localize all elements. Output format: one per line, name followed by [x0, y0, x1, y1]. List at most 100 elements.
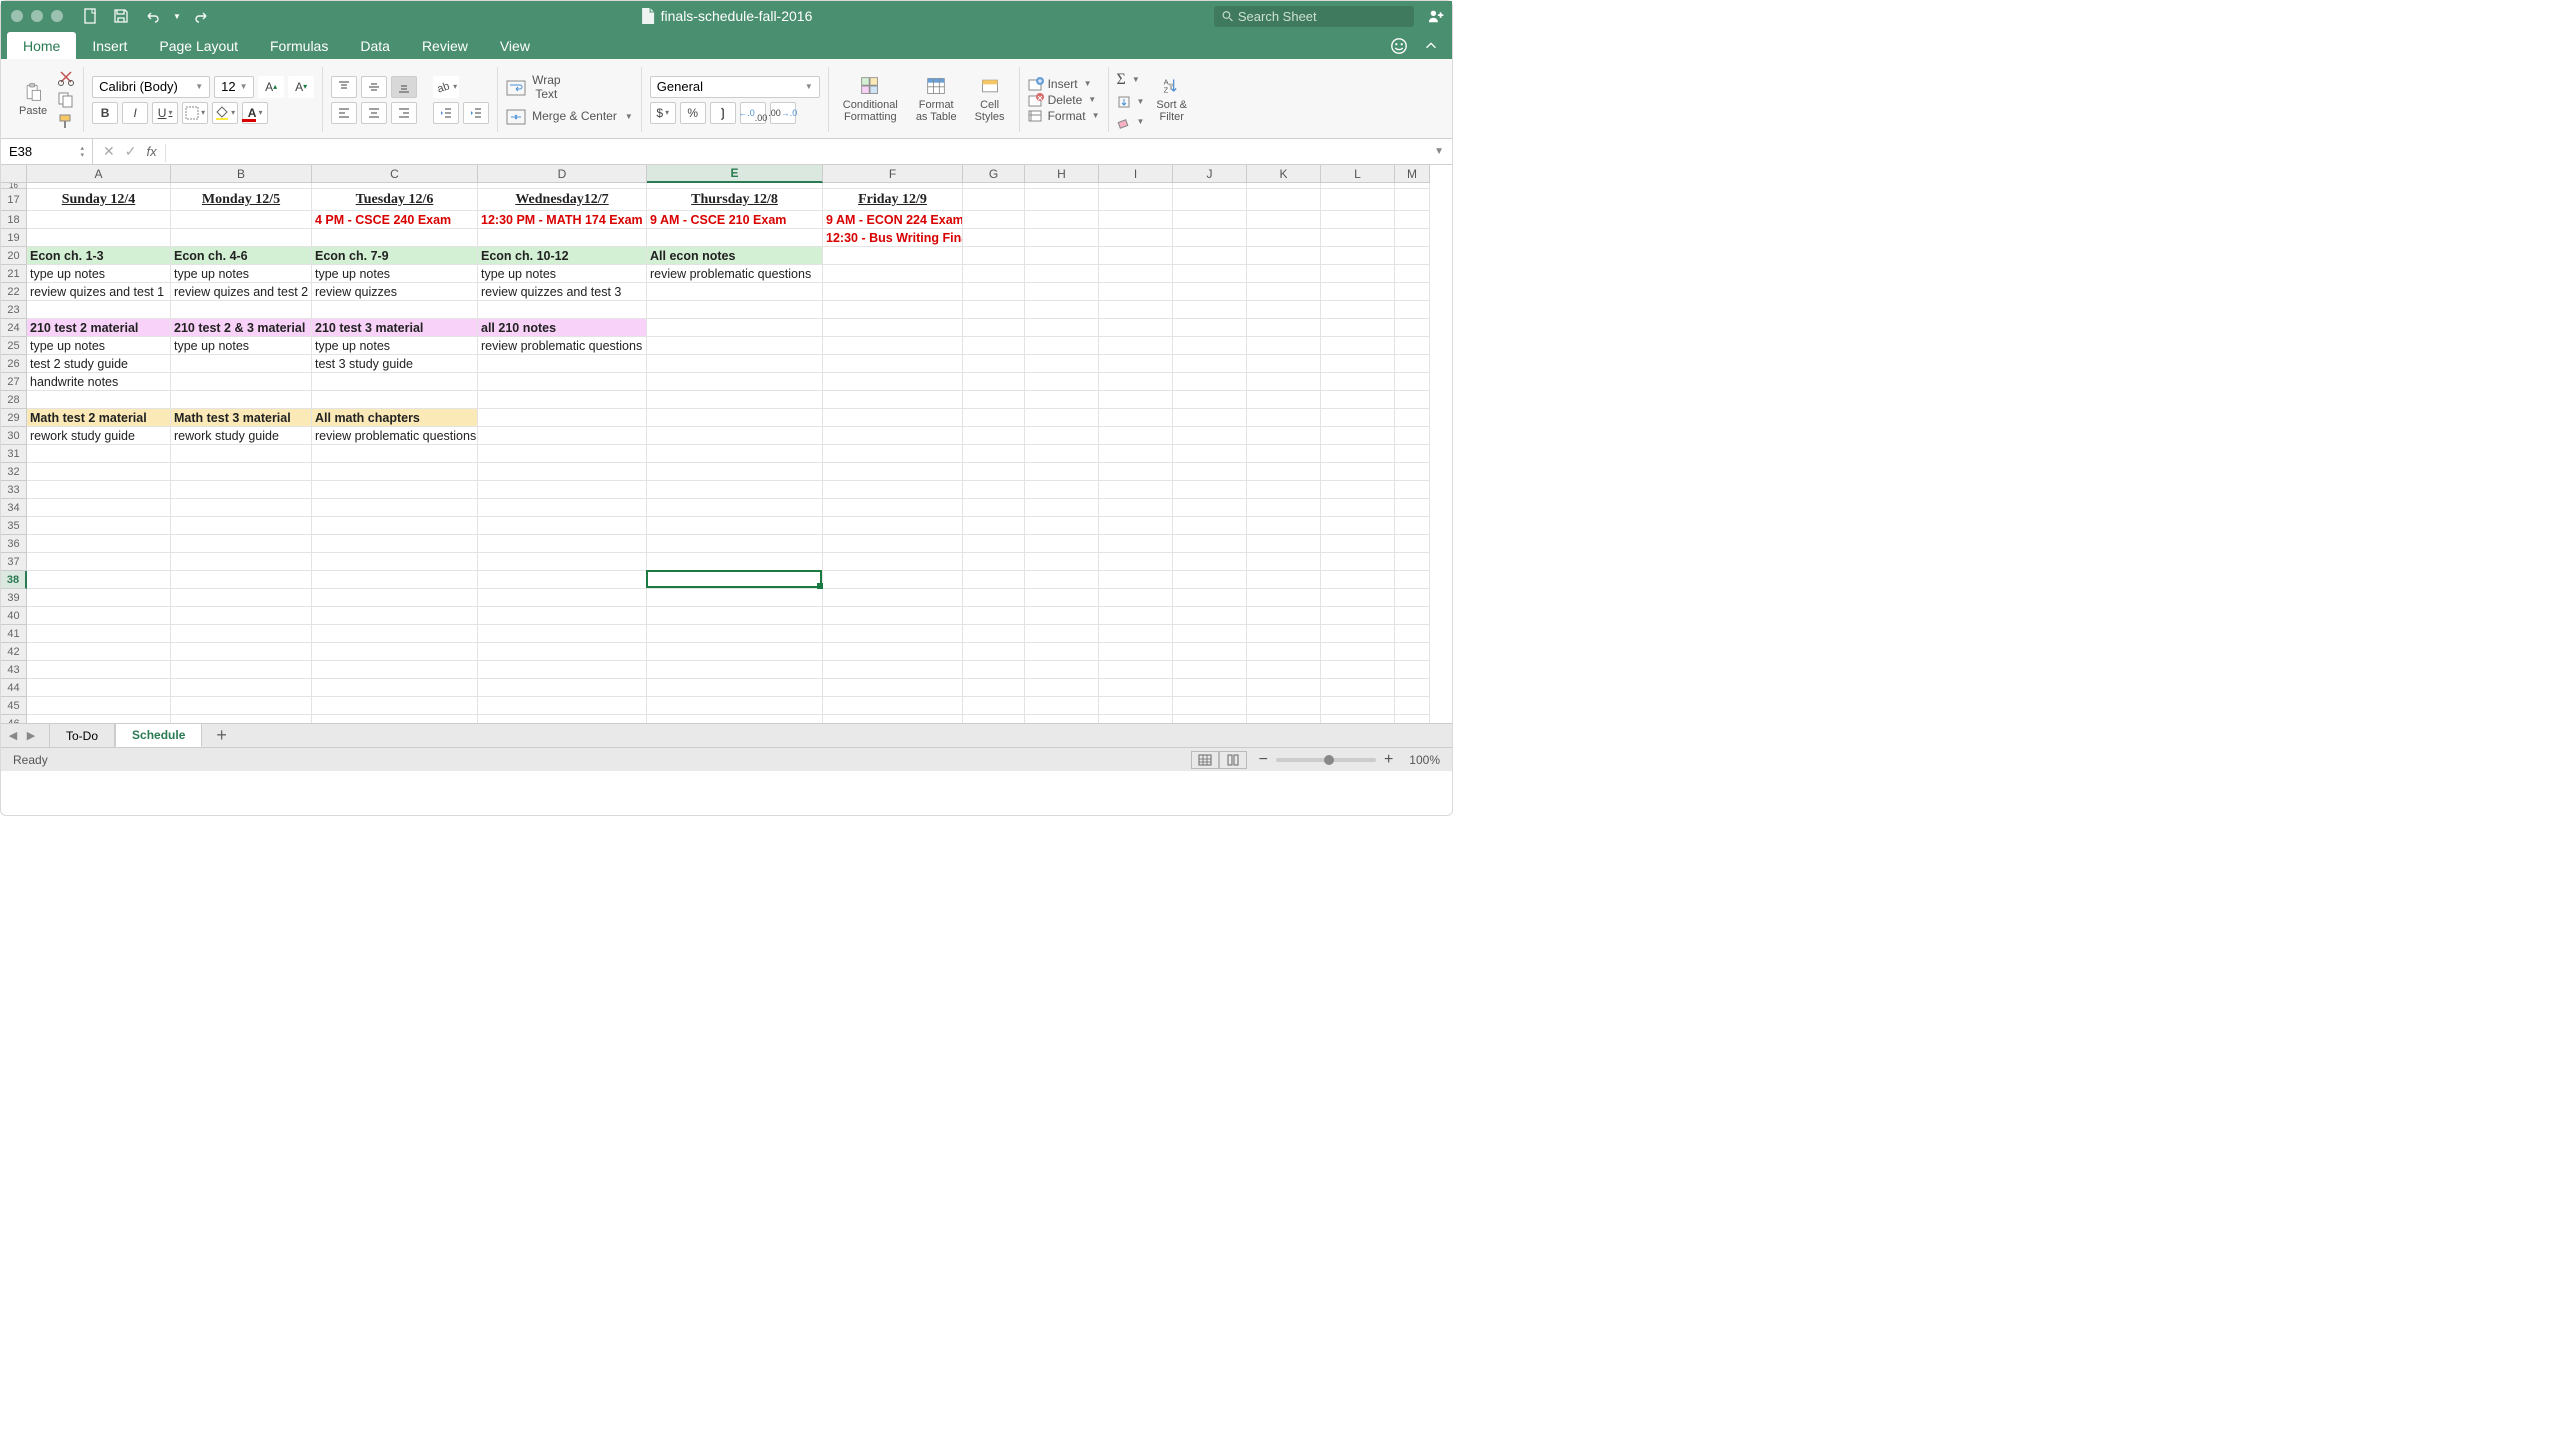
border-button[interactable]: ▾	[182, 102, 208, 124]
cell-J30[interactable]	[1173, 427, 1247, 445]
cell-E46[interactable]	[647, 715, 823, 723]
column-header-H[interactable]: H	[1025, 165, 1099, 183]
cell-G41[interactable]	[963, 625, 1025, 643]
cell-F38[interactable]	[823, 571, 963, 589]
cell-A33[interactable]	[27, 481, 171, 499]
cell-F42[interactable]	[823, 643, 963, 661]
sheet-tab-schedule[interactable]: Schedule	[115, 724, 202, 747]
cell-J33[interactable]	[1173, 481, 1247, 499]
cell-L18[interactable]	[1321, 211, 1395, 229]
cell-J37[interactable]	[1173, 553, 1247, 571]
cell-B20[interactable]: Econ ch. 4-6	[171, 247, 312, 265]
cell-J44[interactable]	[1173, 679, 1247, 697]
row-header-35[interactable]: 35	[1, 517, 27, 535]
cell-K28[interactable]	[1247, 391, 1321, 409]
cell-J38[interactable]	[1173, 571, 1247, 589]
cell-C36[interactable]	[312, 535, 478, 553]
cell-A20[interactable]: Econ ch. 1-3	[27, 247, 171, 265]
sheet-nav-prev-icon[interactable]: ◀	[5, 729, 21, 742]
cell-G27[interactable]	[963, 373, 1025, 391]
cell-C37[interactable]	[312, 553, 478, 571]
undo-caret[interactable]: ▼	[173, 12, 181, 21]
cell-M29[interactable]	[1395, 409, 1430, 427]
cell-G29[interactable]	[963, 409, 1025, 427]
cell-H24[interactable]	[1025, 319, 1099, 337]
row-header-28[interactable]: 28	[1, 391, 27, 409]
cell-I27[interactable]	[1099, 373, 1173, 391]
row-header-45[interactable]: 45	[1, 697, 27, 715]
cell-B35[interactable]	[171, 517, 312, 535]
cell-C25[interactable]: type up notes	[312, 337, 478, 355]
cell-I29[interactable]	[1099, 409, 1173, 427]
cell-K33[interactable]	[1247, 481, 1321, 499]
fill-color-button[interactable]: ▾	[212, 102, 238, 124]
cell-E39[interactable]	[647, 589, 823, 607]
cell-D38[interactable]	[478, 571, 647, 589]
cell-G26[interactable]	[963, 355, 1025, 373]
collapse-ribbon-icon[interactable]	[1422, 37, 1440, 55]
cell-F37[interactable]	[823, 553, 963, 571]
cell-C39[interactable]	[312, 589, 478, 607]
cell-B30[interactable]: rework study guide	[171, 427, 312, 445]
cell-K25[interactable]	[1247, 337, 1321, 355]
cell-G45[interactable]	[963, 697, 1025, 715]
cell-J34[interactable]	[1173, 499, 1247, 517]
row-header-26[interactable]: 26	[1, 355, 27, 373]
cell-C43[interactable]	[312, 661, 478, 679]
cell-B28[interactable]	[171, 391, 312, 409]
cell-G36[interactable]	[963, 535, 1025, 553]
cell-C32[interactable]	[312, 463, 478, 481]
cell-K40[interactable]	[1247, 607, 1321, 625]
cell-D40[interactable]	[478, 607, 647, 625]
cell-E35[interactable]	[647, 517, 823, 535]
cell-G39[interactable]	[963, 589, 1025, 607]
cell-D32[interactable]	[478, 463, 647, 481]
row-header-19[interactable]: 19	[1, 229, 27, 247]
cell-F25[interactable]	[823, 337, 963, 355]
cell-H27[interactable]	[1025, 373, 1099, 391]
cell-B43[interactable]	[171, 661, 312, 679]
cell-I34[interactable]	[1099, 499, 1173, 517]
cell-L33[interactable]	[1321, 481, 1395, 499]
font-size-select[interactable]: 12▼	[214, 76, 254, 98]
cell-M45[interactable]	[1395, 697, 1430, 715]
undo-icon[interactable]	[143, 8, 159, 24]
column-header-G[interactable]: G	[963, 165, 1025, 183]
cell-D24[interactable]: all 210 notes	[478, 319, 647, 337]
name-box[interactable]: E38 ▴▾	[1, 139, 93, 164]
cell-H25[interactable]	[1025, 337, 1099, 355]
cell-D22[interactable]: review quizzes and test 3	[478, 283, 647, 301]
cell-E17[interactable]: Thursday 12/8	[647, 189, 823, 211]
merge-center-button[interactable]: Merge & Center▼	[506, 109, 633, 125]
cell-K19[interactable]	[1247, 229, 1321, 247]
cell-D26[interactable]	[478, 355, 647, 373]
cell-B40[interactable]	[171, 607, 312, 625]
new-doc-icon[interactable]	[83, 8, 99, 24]
row-header-36[interactable]: 36	[1, 535, 27, 553]
cell-I45[interactable]	[1099, 697, 1173, 715]
row-header-39[interactable]: 39	[1, 589, 27, 607]
cell-K36[interactable]	[1247, 535, 1321, 553]
cell-I18[interactable]	[1099, 211, 1173, 229]
cell-G18[interactable]	[963, 211, 1025, 229]
cell-J22[interactable]	[1173, 283, 1247, 301]
conditional-formatting-button[interactable]: ConditionalFormatting	[837, 74, 904, 125]
cell-K32[interactable]	[1247, 463, 1321, 481]
cell-C30[interactable]: review problematic questions	[312, 427, 478, 445]
cell-F36[interactable]	[823, 535, 963, 553]
cell-I36[interactable]	[1099, 535, 1173, 553]
cell-B41[interactable]	[171, 625, 312, 643]
cell-A26[interactable]: test 2 study guide	[27, 355, 171, 373]
cell-L41[interactable]	[1321, 625, 1395, 643]
cell-C24[interactable]: 210 test 3 material	[312, 319, 478, 337]
cell-J21[interactable]	[1173, 265, 1247, 283]
increase-indent-icon[interactable]	[463, 102, 489, 124]
cell-D31[interactable]	[478, 445, 647, 463]
cell-H35[interactable]	[1025, 517, 1099, 535]
cell-K31[interactable]	[1247, 445, 1321, 463]
cell-H21[interactable]	[1025, 265, 1099, 283]
cell-I25[interactable]	[1099, 337, 1173, 355]
cell-K38[interactable]	[1247, 571, 1321, 589]
cell-J45[interactable]	[1173, 697, 1247, 715]
fx-icon[interactable]: fx	[146, 144, 164, 159]
